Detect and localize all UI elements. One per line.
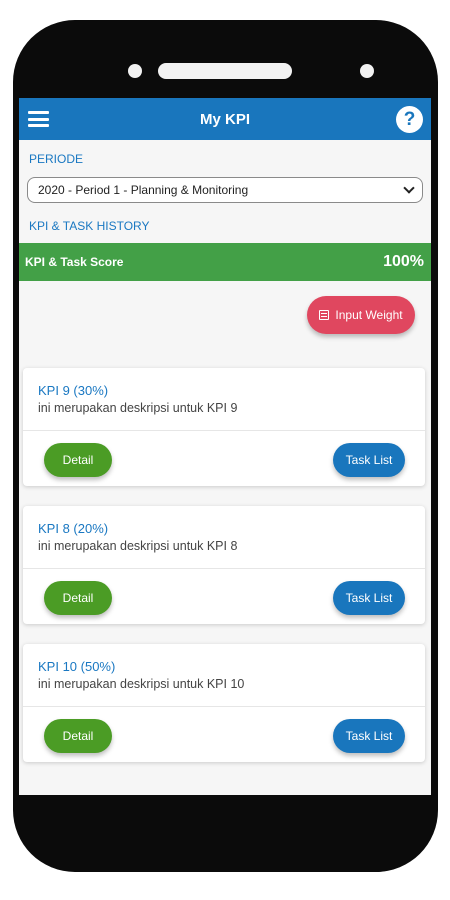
score-label: KPI & Task Score [25,255,124,269]
weight-row: Input Weight [19,281,431,351]
score-value: 100% [383,253,424,270]
detail-button[interactable]: Detail [44,719,112,753]
kpi-title: KPI 10 (50%) [38,659,116,674]
periode-select[interactable]: 2020 - Period 1 - Planning & Monitoring [27,177,423,203]
divider [23,706,425,707]
kpi-card: KPI 9 (30%) ini merupakan deskripsi untu… [23,368,425,486]
app-screen: My KPI ? PERIODE 2020 - Period 1 - Plann… [19,98,431,795]
help-icon[interactable]: ? [396,106,423,133]
input-weight-label: Input Weight [335,308,403,322]
divider [23,430,425,431]
kpi-title: KPI 9 (30%) [38,383,109,398]
kpi-description: ini merupakan deskripsi untuk KPI 10 [38,677,245,691]
chevron-down-icon [403,182,415,194]
history-label: KPI & TASK HISTORY [29,219,150,233]
detail-button[interactable]: Detail [44,443,112,477]
kpi-description: ini merupakan deskripsi untuk KPI 9 [38,401,238,415]
score-bar: KPI & Task Score 100% [19,243,431,281]
divider [23,568,425,569]
kpi-card: KPI 10 (50%) ini merupakan deskripsi unt… [23,644,425,762]
app-bar: My KPI ? [19,98,431,140]
task-list-button[interactable]: Task List [333,581,405,615]
task-list-button[interactable]: Task List [333,719,405,753]
task-list-button[interactable]: Task List [333,443,405,477]
detail-button[interactable]: Detail [44,581,112,615]
page-title: My KPI [199,110,250,128]
input-weight-button[interactable]: Input Weight [307,296,415,334]
sensor-dot [360,64,374,78]
kpi-description: ini merupakan deskripsi untuk KPI 8 [38,539,238,553]
list-icon [319,310,330,320]
phone-frame: My KPI ? PERIODE 2020 - Period 1 - Plann… [13,20,438,872]
periode-label: PERIODE [29,152,84,166]
camera-dot [128,64,142,78]
periode-selected-value: 2020 - Period 1 - Planning & Monitoring [38,183,249,197]
kpi-card: KPI 8 (20%) ini merupakan deskripsi untu… [23,506,425,624]
kpi-title: KPI 8 (20%) [38,521,109,536]
speaker-grille [158,63,292,79]
